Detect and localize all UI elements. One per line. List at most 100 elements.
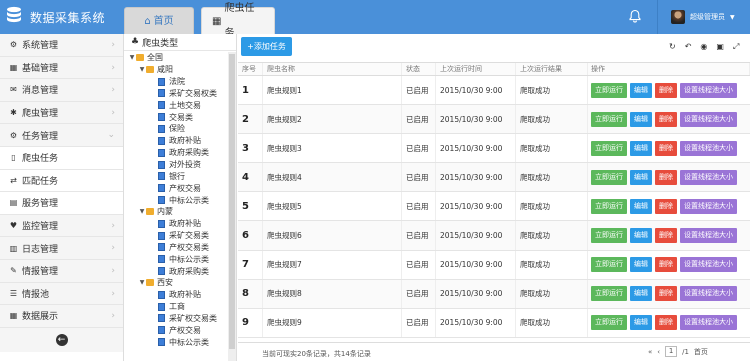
tree-node[interactable]: ▼ 内蒙 [124, 206, 227, 218]
run-now-button[interactable]: 立即运行 [591, 169, 627, 185]
sidebar-item-display[interactable]: ▦ 数据展示 › [0, 305, 123, 328]
edit-button[interactable]: 编辑 [630, 82, 652, 98]
sidebar-item-intel-pool[interactable]: ☰ 情报池 › [0, 282, 123, 306]
delete-button[interactable]: 删除 [655, 315, 677, 331]
set-threadpool-button[interactable]: 设置线程池大小 [680, 82, 737, 98]
run-now-button[interactable]: 立即运行 [591, 198, 627, 214]
run-now-button[interactable]: 立即运行 [591, 257, 627, 273]
tree-node[interactable]: 采矿权交易类 [124, 313, 227, 325]
set-threadpool-button[interactable]: 设置线程池大小 [680, 111, 737, 127]
tree-node[interactable]: 对外投资 [124, 159, 227, 171]
run-now-button[interactable]: 立即运行 [591, 111, 627, 127]
tree-node[interactable]: 产权交易 [124, 182, 227, 194]
tree-node[interactable]: 法院 [124, 76, 227, 88]
run-now-button[interactable]: 立即运行 [591, 286, 627, 302]
sidebar-item-basic[interactable]: ▦ 基础管理 › [0, 56, 123, 80]
first-page-button[interactable]: « [648, 348, 652, 356]
set-threadpool-button[interactable]: 设置线程池大小 [680, 169, 737, 185]
bell-icon[interactable] [628, 9, 642, 23]
lock-icon[interactable]: ▣ [716, 42, 724, 52]
tree-node[interactable]: 交易类 [124, 111, 227, 123]
tree-node[interactable]: 工商 [124, 301, 227, 313]
run-now-button[interactable]: 立即运行 [591, 315, 627, 331]
refresh-icon[interactable]: ↻ [669, 42, 676, 52]
sidebar-item-log[interactable]: ▥ 日志管理 › [0, 237, 123, 260]
toggle-caret-icon[interactable]: ▼ [138, 208, 146, 215]
run-now-button[interactable]: 立即运行 [591, 228, 627, 244]
set-threadpool-button[interactable]: 设置线程池大小 [680, 315, 737, 331]
sidebar-item-system[interactable]: ⚙ 系统管理 › [0, 34, 123, 57]
toolbar: ↻ ↶ ◉ ▣ ⤢ [669, 42, 739, 52]
delete-button[interactable]: 删除 [655, 257, 677, 273]
delete-button[interactable]: 删除 [655, 286, 677, 302]
sidebar-item-intel[interactable]: ✎ 情报管理 › [0, 259, 123, 283]
edit-button[interactable]: 编辑 [630, 198, 652, 214]
sidebar-item-crawler[interactable]: ✱ 爬虫管理 › [0, 101, 123, 125]
user-menu[interactable]: 超级管理员 ▼ [657, 0, 750, 34]
delete-button[interactable]: 删除 [655, 82, 677, 98]
set-threadpool-button[interactable]: 设置线程池大小 [680, 257, 737, 273]
run-now-button[interactable]: 立即运行 [591, 82, 627, 98]
undo-icon[interactable]: ↶ [685, 42, 692, 52]
toggle-caret-icon[interactable]: ▼ [138, 279, 146, 286]
edit-button[interactable]: 编辑 [630, 169, 652, 185]
delete-button[interactable]: 删除 [655, 111, 677, 127]
add-task-button[interactable]: +添加任务 [241, 37, 292, 56]
tree-node[interactable]: 银行 [124, 170, 227, 182]
server-icon: ▤ [9, 198, 18, 208]
tree-node-label: 咸阳 [157, 65, 173, 75]
toggle-caret-icon[interactable]: ▼ [128, 54, 136, 61]
col-header: 状态 [402, 63, 436, 75]
tree-node[interactable]: 政府补贴 [124, 135, 227, 147]
tree-node[interactable]: 保险 [124, 123, 227, 135]
sidebar-item-service[interactable]: ▤ 服务管理 [0, 192, 123, 215]
tree-node-label: 政府补贴 [169, 290, 201, 300]
tree-node[interactable]: ▼ 咸阳 [124, 64, 227, 76]
edit-button[interactable]: 编辑 [630, 140, 652, 156]
tree-node[interactable]: 政府采购类 [124, 147, 227, 159]
next-page-button[interactable]: 首页 [694, 347, 708, 357]
edit-button[interactable]: 编辑 [630, 228, 652, 244]
tree-node[interactable]: 政府补贴 [124, 218, 227, 230]
page-input[interactable]: 1 [665, 346, 678, 357]
tree-node[interactable]: 土地交易 [124, 99, 227, 111]
sidebar-item-monitor[interactable]: ♥ 监控管理 › [0, 214, 123, 238]
tree-node[interactable]: 产权交易类 [124, 242, 227, 254]
sidebar-item-message[interactable]: ✉ 消息管理 › [0, 79, 123, 102]
sidebar-item-crawler-task[interactable]: ▯ 爬虫任务 [0, 146, 123, 170]
set-threadpool-button[interactable]: 设置线程池大小 [680, 286, 737, 302]
eye-icon[interactable]: ◉ [700, 42, 707, 52]
delete-button[interactable]: 删除 [655, 140, 677, 156]
edit-button[interactable]: 编辑 [630, 257, 652, 273]
tree-node[interactable]: 政府补贴 [124, 289, 227, 301]
tree-scrollbar-thumb[interactable] [229, 54, 235, 349]
edit-button[interactable]: 编辑 [630, 111, 652, 127]
delete-button[interactable]: 删除 [655, 169, 677, 185]
tree-node[interactable]: ▼ 西安 [124, 277, 227, 289]
tab-crawler-task[interactable]: ▦爬虫任务 [201, 3, 275, 39]
tree-node[interactable]: 采矿交易类 [124, 230, 227, 242]
set-threadpool-button[interactable]: 设置线程池大小 [680, 198, 737, 214]
delete-button[interactable]: 删除 [655, 228, 677, 244]
run-now-button[interactable]: 立即运行 [591, 140, 627, 156]
expand-icon[interactable]: ⤢ [733, 42, 739, 52]
set-threadpool-button[interactable]: 设置线程池大小 [680, 140, 737, 156]
sidebar-item-task[interactable]: ⚙ 任务管理 ⌄ [0, 124, 123, 147]
tree-node[interactable]: 政府采购类 [124, 265, 227, 277]
tree-node[interactable]: 采矿交易权类 [124, 88, 227, 100]
cell-no: 2 [238, 105, 263, 134]
prev-page-button[interactable]: ‹ [657, 348, 660, 356]
toggle-caret-icon[interactable]: ▼ [138, 66, 146, 73]
edit-button[interactable]: 编辑 [630, 286, 652, 302]
sidebar-collapse[interactable]: ← [0, 327, 123, 352]
set-threadpool-button[interactable]: 设置线程池大小 [680, 228, 737, 244]
tree-node[interactable]: 中标公示类 [124, 194, 227, 206]
tree-node[interactable]: 中标公示类 [124, 336, 227, 348]
edit-button[interactable]: 编辑 [630, 315, 652, 331]
tree-node[interactable]: ▼ 全国 [124, 52, 227, 64]
sidebar-item-match-task[interactable]: ⇄ 匹配任务 [0, 169, 123, 193]
tree-node[interactable]: 产权交易 [124, 324, 227, 336]
delete-button[interactable]: 删除 [655, 198, 677, 214]
tree-node[interactable]: 中标公示类 [124, 253, 227, 265]
tab-home[interactable]: ⌂ 首页 [124, 7, 194, 34]
